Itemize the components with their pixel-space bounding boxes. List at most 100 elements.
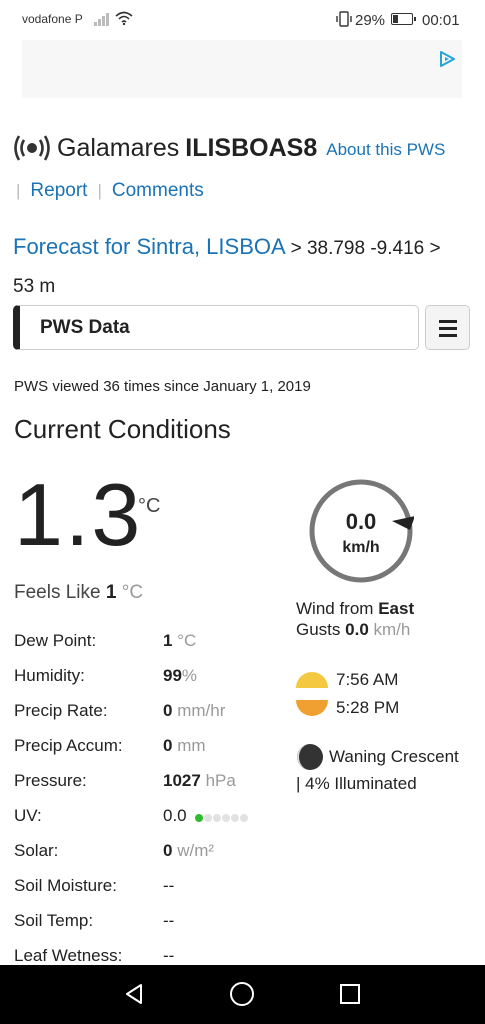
- sunset-icon: [296, 700, 328, 716]
- gusts-unit: km/h: [373, 620, 411, 639]
- comments-link[interactable]: Comments: [112, 180, 204, 202]
- elevation: 53 m: [13, 276, 56, 297]
- uv-dot: [194, 813, 203, 822]
- conditions-table: Dew Point: 1 °C Humidity: 99% Precip Rat…: [14, 631, 274, 981]
- condition-row-humidity: Humidity: 99%: [14, 666, 274, 701]
- condition-label: Soil Temp:: [14, 911, 94, 930]
- home-icon[interactable]: [230, 982, 254, 1006]
- feels-like-value: 1: [105, 582, 117, 603]
- condition-value: 0: [163, 736, 173, 755]
- uv-dot: [230, 813, 239, 822]
- condition-unit: %: [181, 666, 198, 685]
- sunrise-icon: [296, 672, 328, 688]
- wind-from-label: Wind from: [296, 599, 374, 618]
- condition-value: 0.0: [163, 806, 187, 825]
- about-pws-link[interactable]: About this PWS: [326, 140, 445, 160]
- battery-icon: [391, 13, 416, 25]
- condition-unit: hPa: [205, 771, 236, 790]
- condition-label: Humidity:: [14, 666, 85, 685]
- condition-row-pressure: Pressure: 1027 hPa: [14, 771, 274, 806]
- condition-row-soil-temp: Soil Temp: --: [14, 911, 274, 946]
- moon-phase-label: Waning Crescent: [329, 747, 459, 766]
- condition-value: 1: [163, 631, 173, 650]
- condition-row-uv: UV: 0.0: [14, 806, 274, 841]
- condition-label: Soil Moisture:: [14, 876, 117, 895]
- recents-icon[interactable]: [340, 984, 360, 1004]
- station-header: Galamares ILISBOAS8 About this PWS: [13, 128, 445, 168]
- condition-value: --: [163, 911, 175, 930]
- wind-direction: Wind from East: [296, 599, 414, 619]
- carrier-label: vodafone P: [22, 12, 83, 26]
- broadcast-icon: [14, 135, 50, 161]
- sunrise-row: 7:56 AM: [296, 668, 398, 692]
- condition-row-solar: Solar: 0 w/m²: [14, 841, 274, 876]
- pws-data-label: PWS Data: [40, 316, 130, 338]
- condition-unit: w/m²: [177, 841, 215, 860]
- report-link[interactable]: Report: [30, 180, 87, 202]
- back-icon[interactable]: [123, 983, 145, 1005]
- status-bar: vodafone P 29% 00:01: [0, 0, 485, 40]
- moon-icon: [297, 744, 323, 770]
- link-separator: |: [16, 181, 21, 200]
- wind-unit: km/h: [342, 539, 380, 556]
- uv-dot: [203, 813, 212, 822]
- views-count: PWS viewed 36 times since January 1, 201…: [14, 378, 311, 395]
- condition-value: --: [163, 946, 175, 965]
- sunset-time: 5:28 PM: [336, 698, 400, 717]
- condition-unit: mm: [177, 736, 206, 755]
- moon-illumination: | 4% Illuminated: [296, 774, 417, 793]
- feels-like-label: Feels Like: [14, 582, 101, 603]
- sunrise-time: 7:56 AM: [336, 670, 399, 689]
- pws-data-bar[interactable]: PWS Data: [13, 305, 419, 350]
- temperature-unit: °C: [138, 495, 161, 517]
- station-id: ILISBOAS8: [185, 133, 318, 162]
- current-conditions-title: Current Conditions: [14, 414, 231, 444]
- hamburger-menu-icon[interactable]: [425, 305, 470, 350]
- battery-percent: 29%: [355, 12, 386, 29]
- wind-gusts: Gusts 0.0 km/h: [296, 620, 410, 640]
- condition-row-dew-point: Dew Point: 1 °C: [14, 631, 274, 666]
- condition-row-soil-moisture: Soil Moisture: --: [14, 876, 274, 911]
- gusts-label: Gusts: [296, 620, 341, 639]
- condition-label: UV:: [14, 806, 42, 825]
- sunset-row: 5:28 PM: [296, 696, 399, 720]
- signal-icon: [94, 12, 112, 26]
- condition-label: Solar:: [14, 841, 59, 860]
- condition-value: 0: [163, 841, 173, 860]
- moon-phase: Waning Crescent: [296, 743, 459, 771]
- condition-value: 0: [163, 701, 173, 720]
- condition-row-precip-rate: Precip Rate: 0 mm/hr: [14, 701, 274, 736]
- adchoices-play-icon[interactable]: [438, 50, 456, 68]
- temperature-value: 1.3: [14, 465, 143, 564]
- ad-banner[interactable]: [22, 40, 462, 98]
- uv-dot: [239, 813, 248, 822]
- condition-unit: mm/hr: [177, 701, 226, 720]
- uv-level-dots: [194, 807, 249, 827]
- condition-value: --: [163, 876, 175, 895]
- clock: 00:01: [422, 12, 460, 29]
- condition-value: 99: [163, 666, 182, 685]
- condition-label: Precip Rate:: [14, 701, 108, 720]
- condition-label: Leaf Wetness:: [14, 946, 123, 965]
- condition-row-precip-accum: Precip Accum: 0 mm: [14, 736, 274, 771]
- coordinates: > 38.798 -9.416 >: [290, 238, 441, 259]
- condition-label: Pressure:: [14, 771, 87, 790]
- station-name: Galamares: [57, 133, 180, 162]
- uv-dot: [221, 813, 230, 822]
- wind-gauge: 0.0 km/h: [308, 478, 415, 584]
- wind-speed: 0.0: [345, 509, 377, 534]
- system-nav-bar: [0, 965, 485, 1024]
- feels-like: Feels Like 1 °C: [14, 582, 143, 604]
- condition-value: 1027: [163, 771, 201, 790]
- condition-label: Precip Accum:: [14, 736, 123, 755]
- station-links: | Report | Comments: [16, 180, 204, 202]
- uv-dot: [212, 813, 221, 822]
- condition-unit: °C: [177, 631, 197, 650]
- feels-like-unit: °C: [121, 582, 144, 603]
- wifi-icon: [115, 11, 133, 25]
- link-separator: |: [97, 181, 102, 200]
- gusts-value: 0.0: [345, 620, 369, 639]
- condition-label: Dew Point:: [14, 631, 97, 650]
- forecast-link[interactable]: Forecast for Sintra, LISBOA: [13, 234, 284, 259]
- forecast-line: Forecast for Sintra, LISBOA > 38.798 -9.…: [13, 229, 475, 305]
